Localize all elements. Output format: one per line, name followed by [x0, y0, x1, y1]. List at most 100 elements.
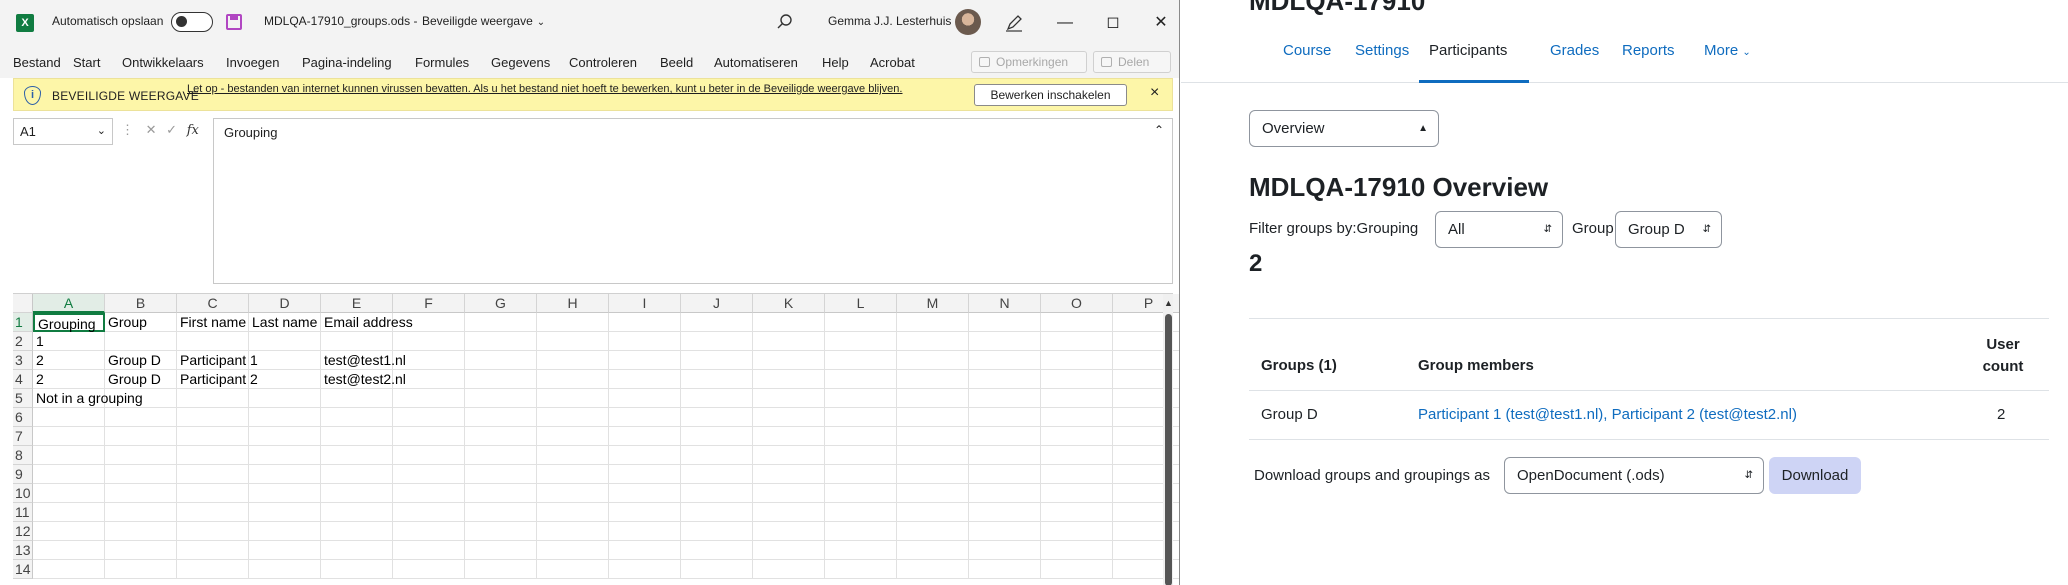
spreadsheet-grid[interactable]: A B C D E F G H I J K L M N O P 1 Grouping Group First name… — [13, 293, 1179, 585]
document-title[interactable]: MDLQA-17910_groups.ods - — [264, 14, 417, 28]
cell-a13[interactable] — [33, 541, 105, 560]
cell-j7[interactable] — [681, 427, 753, 446]
row-header-1[interactable]: 1 — [13, 313, 33, 332]
cell-e4[interactable]: test@test2.nl — [321, 370, 406, 389]
cell-d7[interactable] — [249, 427, 321, 446]
cell-e8[interactable] — [321, 446, 393, 465]
save-icon[interactable] — [226, 14, 242, 30]
cell-m14[interactable] — [897, 560, 969, 579]
cell-c4[interactable]: Participant 2 — [177, 370, 258, 389]
cell-d10[interactable] — [249, 484, 321, 503]
cell-j2[interactable] — [681, 332, 753, 351]
formula-bar[interactable]: Grouping ⌃ — [213, 118, 1173, 284]
cell-e6[interactable] — [321, 408, 393, 427]
cell-d8[interactable] — [249, 446, 321, 465]
cell-g13[interactable] — [465, 541, 537, 560]
cell-f9[interactable] — [393, 465, 465, 484]
cell-l6[interactable] — [825, 408, 897, 427]
column-header-f[interactable]: F — [393, 294, 465, 313]
cell-k9[interactable] — [753, 465, 825, 484]
cell-f11[interactable] — [393, 503, 465, 522]
scroll-up-icon[interactable]: ▲ — [1164, 298, 1173, 308]
cell-j3[interactable] — [681, 351, 753, 370]
fx-icon[interactable]: fx — [187, 123, 199, 138]
menu-automatiseren[interactable]: Automatiseren — [714, 55, 798, 70]
cell-b1[interactable]: Group — [105, 313, 177, 332]
cell-k5[interactable] — [753, 389, 825, 408]
cell-h9[interactable] — [537, 465, 609, 484]
cell-b12[interactable] — [105, 522, 177, 541]
cell-b8[interactable] — [105, 446, 177, 465]
cell-g3[interactable] — [465, 351, 537, 370]
cell-h12[interactable] — [537, 522, 609, 541]
cell-f7[interactable] — [393, 427, 465, 446]
cell-o12[interactable] — [1041, 522, 1113, 541]
download-button[interactable]: Download — [1769, 457, 1861, 494]
row-header-8[interactable]: 8 — [13, 446, 33, 465]
cell-l8[interactable] — [825, 446, 897, 465]
cell-g12[interactable] — [465, 522, 537, 541]
cell-o8[interactable] — [1041, 446, 1113, 465]
cell-i14[interactable] — [609, 560, 681, 579]
chevron-up-icon[interactable]: ⌃ — [1154, 123, 1164, 137]
cell-k12[interactable] — [753, 522, 825, 541]
cell-a3[interactable]: 2 — [33, 351, 105, 370]
cell-l2[interactable] — [825, 332, 897, 351]
row-header-6[interactable]: 6 — [13, 408, 33, 427]
cell-b13[interactable] — [105, 541, 177, 560]
cell-d1[interactable]: Last name — [249, 313, 321, 332]
cell-e7[interactable] — [321, 427, 393, 446]
menu-help[interactable]: Help — [822, 55, 849, 70]
cell-h7[interactable] — [537, 427, 609, 446]
cell-j5[interactable] — [681, 389, 753, 408]
cell-h2[interactable] — [537, 332, 609, 351]
cell-d3[interactable] — [249, 351, 321, 370]
cell-j11[interactable] — [681, 503, 753, 522]
cell-m12[interactable] — [897, 522, 969, 541]
cell-c3[interactable]: Participant 1 — [177, 351, 258, 370]
cell-l12[interactable] — [825, 522, 897, 541]
menu-acrobat[interactable]: Acrobat — [870, 55, 915, 70]
cell-j9[interactable] — [681, 465, 753, 484]
cell-h5[interactable] — [537, 389, 609, 408]
cell-d11[interactable] — [249, 503, 321, 522]
cell-e3[interactable]: test@test1.nl — [321, 351, 406, 370]
cell-a10[interactable] — [33, 484, 105, 503]
cell-b4[interactable]: Group D — [105, 370, 177, 389]
cell-a12[interactable] — [33, 522, 105, 541]
cell-c5[interactable] — [177, 389, 249, 408]
cell-f5[interactable] — [393, 389, 465, 408]
cell-j8[interactable] — [681, 446, 753, 465]
cell-m10[interactable] — [897, 484, 969, 503]
cell-d2[interactable] — [249, 332, 321, 351]
cell-g1[interactable] — [465, 313, 537, 332]
download-format-select[interactable]: OpenDocument (.ods) ⇵ — [1504, 457, 1764, 494]
cell-g5[interactable] — [465, 389, 537, 408]
cell-h3[interactable] — [537, 351, 609, 370]
cell-k11[interactable] — [753, 503, 825, 522]
cell-g2[interactable] — [465, 332, 537, 351]
cell-o7[interactable] — [1041, 427, 1113, 446]
cell-m2[interactable] — [897, 332, 969, 351]
cell-l1[interactable] — [825, 313, 897, 332]
cell-f12[interactable] — [393, 522, 465, 541]
row-header-12[interactable]: 12 — [13, 522, 33, 541]
cell-c11[interactable] — [177, 503, 249, 522]
cell-j10[interactable] — [681, 484, 753, 503]
menu-invoegen[interactable]: Invoegen — [226, 55, 280, 70]
cell-i8[interactable] — [609, 446, 681, 465]
cell-n6[interactable] — [969, 408, 1041, 427]
cell-f13[interactable] — [393, 541, 465, 560]
cell-m7[interactable] — [897, 427, 969, 446]
cell-a4[interactable]: 2 — [33, 370, 105, 389]
menu-bestand[interactable]: Bestand — [13, 55, 61, 70]
column-header-b[interactable]: B — [105, 294, 177, 313]
cell-d14[interactable] — [249, 560, 321, 579]
cell-b11[interactable] — [105, 503, 177, 522]
autosave-toggle[interactable] — [171, 12, 213, 32]
minimize-icon[interactable]: — — [1043, 8, 1087, 38]
scrollbar-thumb[interactable] — [1165, 314, 1172, 585]
cell-h11[interactable] — [537, 503, 609, 522]
cell-b10[interactable] — [105, 484, 177, 503]
cell-a11[interactable] — [33, 503, 105, 522]
